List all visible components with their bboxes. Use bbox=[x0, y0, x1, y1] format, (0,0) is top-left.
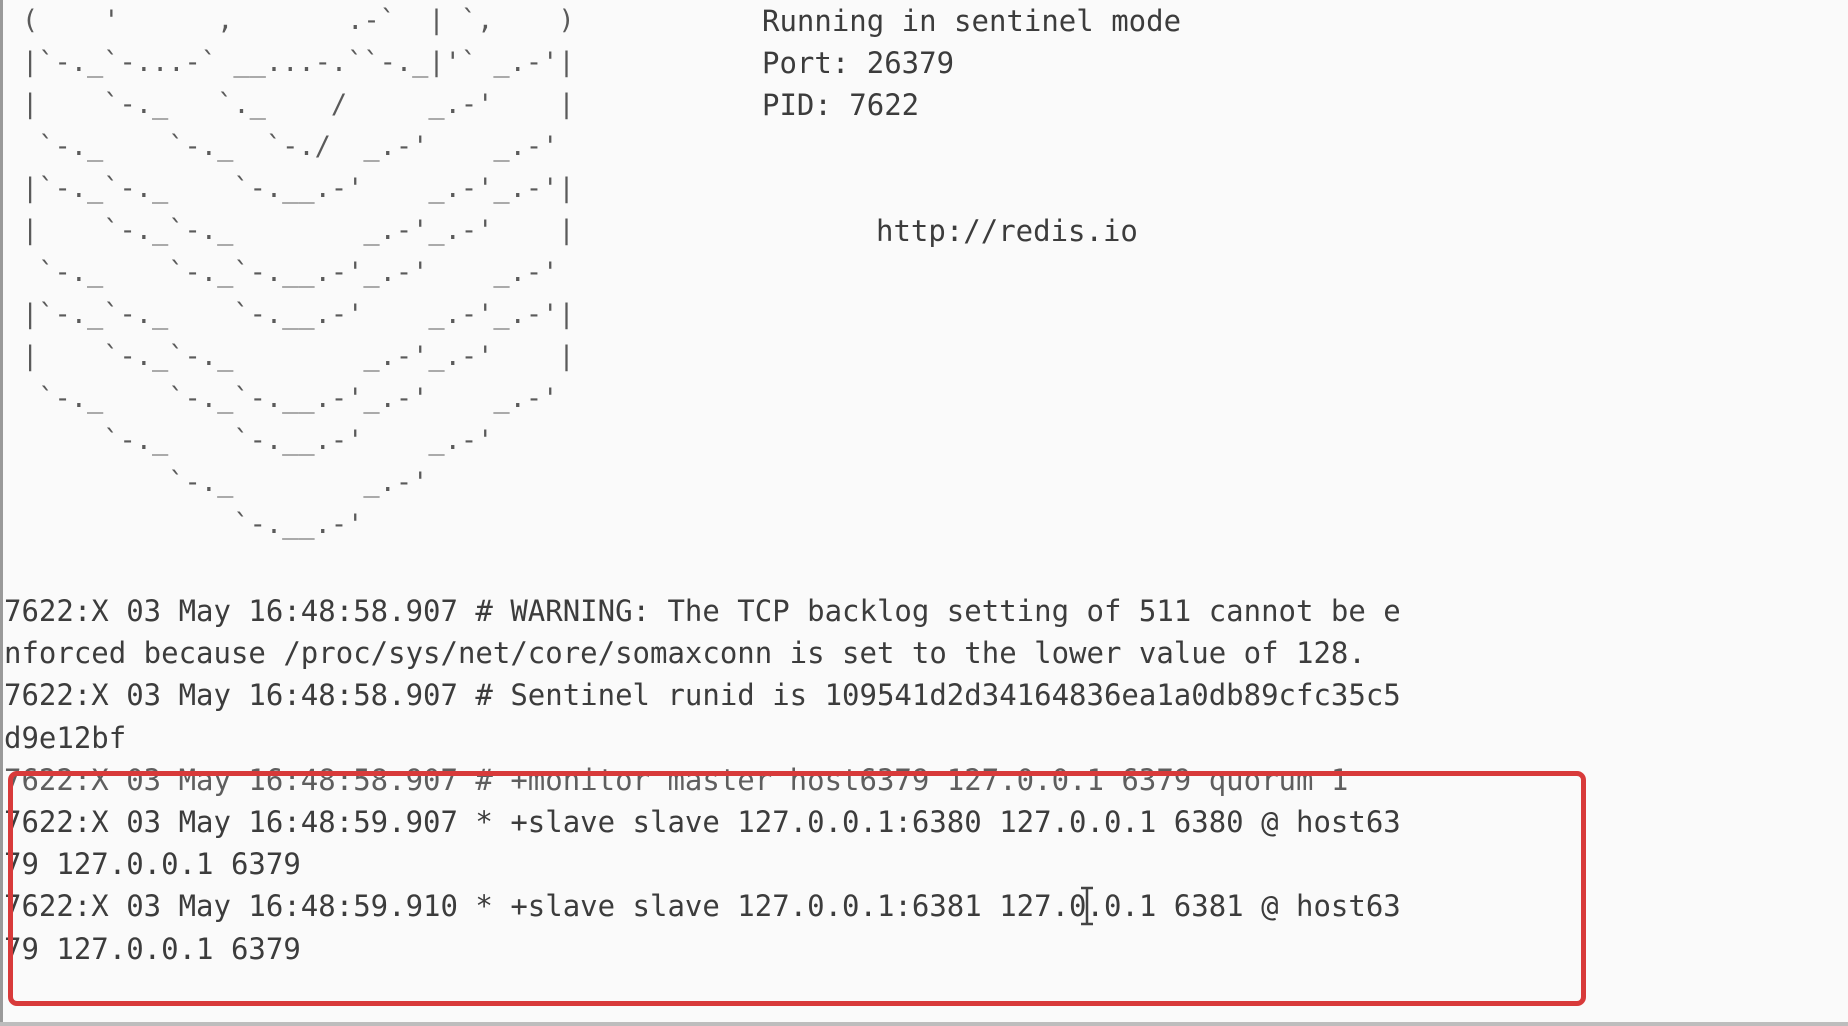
redis-ascii-logo: ( ' , .-` | `, ) |`-._`-...-` __...-.``-… bbox=[22, 5, 575, 540]
pid-text: PID: 7622 bbox=[762, 88, 920, 122]
i-beam-cursor-icon bbox=[1081, 886, 1093, 926]
log-line: 7622:X 03 May 16:48:58.907 # WARNING: Th… bbox=[4, 594, 1401, 628]
log-line: d9e12bf bbox=[4, 720, 127, 755]
sentinel-mode-text: Running in sentinel mode bbox=[762, 4, 1182, 38]
log-line: nforced because /proc/sys/net/core/somax… bbox=[4, 636, 1366, 671]
log-line: 79 127.0.0.1 6379 bbox=[4, 931, 301, 966]
port-text: Port: 26379 bbox=[762, 46, 955, 80]
window-left-edge bbox=[0, 0, 3, 1026]
redis-url-text: http://redis.io bbox=[876, 214, 1138, 248]
log-line: 79 127.0.0.1 6379 bbox=[4, 847, 301, 882]
log-line: 7622:X 03 May 16:48:59.907 * +slave slav… bbox=[4, 804, 1401, 839]
terminal-window[interactable]: ( ' , .-` | `, ) |`-._`-...-` __...-.``-… bbox=[0, 0, 1848, 1026]
log-line: 7622:X 03 May 16:48:58.907 # Sentinel ru… bbox=[4, 678, 1401, 713]
window-bottom-edge bbox=[0, 1022, 1848, 1026]
log-line: 7622:X 03 May 16:48:58.907 # +monitor ma… bbox=[4, 762, 1349, 797]
log-line: 7622:X 03 May 16:48:59.910 * +slave slav… bbox=[4, 889, 1401, 924]
log-output[interactable]: 7622:X 03 May 16:48:58.907 # WARNING: Th… bbox=[4, 590, 1401, 970]
